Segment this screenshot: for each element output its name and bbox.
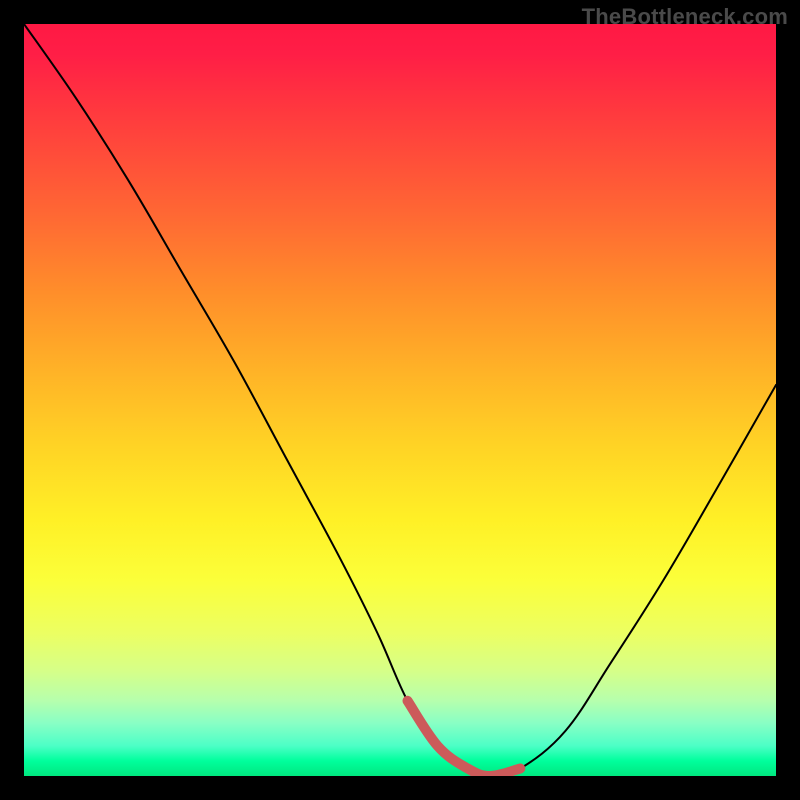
bottleneck-curve bbox=[24, 24, 776, 776]
chart-frame: TheBottleneck.com bbox=[0, 0, 800, 800]
curve-layer bbox=[24, 24, 776, 776]
trough-highlight bbox=[408, 701, 521, 776]
watermark-text: TheBottleneck.com bbox=[582, 4, 788, 30]
plot-area bbox=[24, 24, 776, 776]
